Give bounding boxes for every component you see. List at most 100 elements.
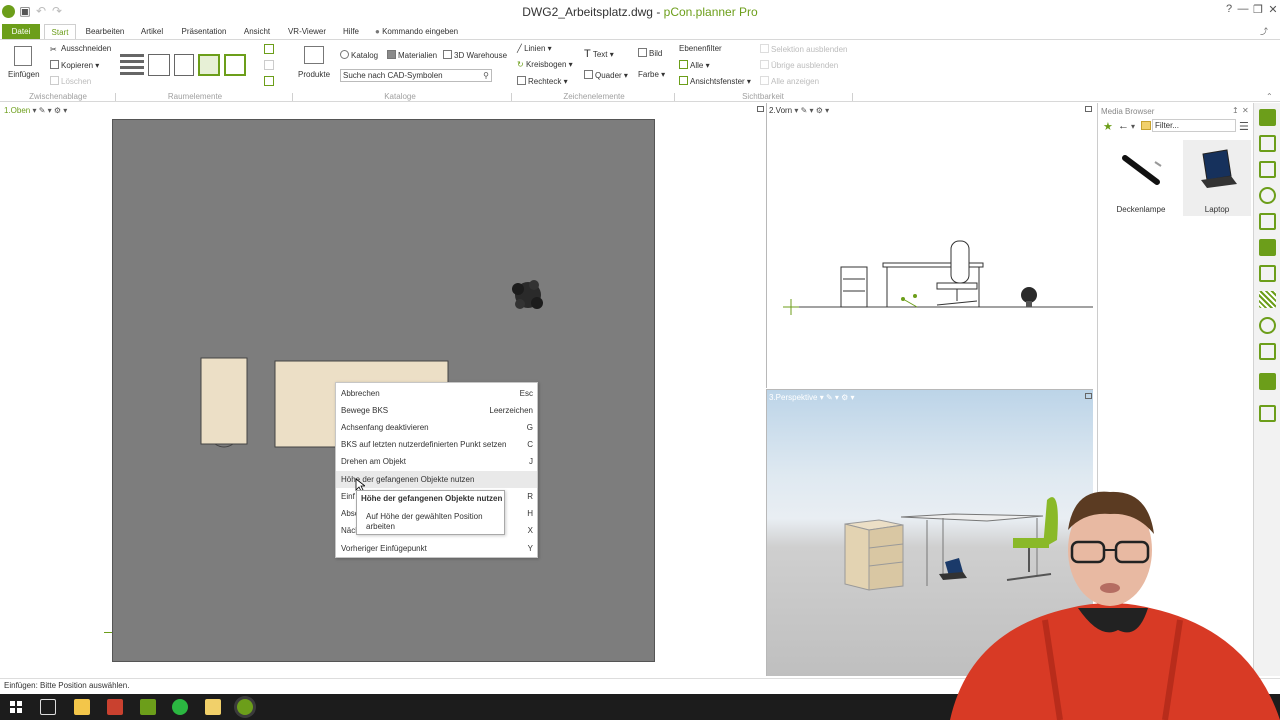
context-menu-item-bewege-bks[interactable]: Bewege BKS Leerzeichen (336, 402, 537, 419)
image-button[interactable]: Bild (638, 48, 662, 58)
context-menu-item-vorheriger-einfuegepunkt[interactable]: Vorheriger Einfügepunkt Y (336, 540, 537, 557)
hide-selection-button[interactable]: Selektion ausblenden (760, 44, 848, 54)
back-arrow-icon[interactable]: ← (1118, 120, 1129, 132)
office-icon[interactable] (107, 699, 123, 715)
task-view-icon[interactable] (40, 699, 56, 715)
wall-icon[interactable] (120, 54, 144, 76)
copy-button[interactable]: Kopieren ▾ (50, 60, 99, 70)
warehouse-icon (443, 50, 452, 59)
catalog-tab-icon[interactable] (1259, 135, 1276, 152)
arc-icon: ↻ (517, 60, 524, 69)
article-list-icon[interactable] (1259, 161, 1276, 178)
help-button[interactable]: ? (1222, 3, 1236, 15)
cad-symbol-search-placeholder: Suche nach CAD-Symbolen (343, 71, 443, 80)
favorites-star-icon[interactable]: ★ (1103, 120, 1113, 133)
close-button[interactable]: ✕ (1266, 3, 1280, 16)
floor-icon[interactable] (224, 54, 246, 76)
warehouse-button[interactable]: 3D Warehouse (443, 50, 507, 60)
pcon-planner-taskbar-icon[interactable] (237, 699, 253, 715)
context-menu-item-abbrechen[interactable]: Abbrechen Esc (336, 385, 537, 402)
layout-alt-icon[interactable] (264, 76, 274, 86)
minimize-button[interactable]: — (1236, 3, 1250, 15)
plant-top-view[interactable] (512, 280, 543, 309)
cut-label: Ausschneiden (61, 44, 112, 53)
light-icon[interactable] (1259, 317, 1276, 334)
container-top-view[interactable] (200, 357, 248, 445)
search-icon[interactable]: ⚲ (483, 70, 489, 81)
arc-label: Kreisbogen (525, 60, 567, 69)
tab-hilfe[interactable]: Hilfe (336, 24, 366, 39)
container-front-view[interactable] (840, 266, 868, 308)
file-explorer-icon[interactable] (205, 699, 221, 715)
image-panel-icon[interactable] (1259, 373, 1276, 390)
products-button[interactable]: Produkte (298, 70, 330, 79)
share-icon[interactable]: ⤴ (1258, 24, 1270, 39)
tab-ansicht[interactable]: Ansicht (238, 24, 276, 39)
hide-others-button[interactable]: Übrige ausblenden (760, 60, 838, 70)
viewport-front[interactable]: 2.Vorn ▾ ✎ ▾ ⚙ ▾ (766, 103, 1093, 388)
media-filter-input[interactable]: Filter... (1152, 119, 1236, 132)
media-browser-tab-icon[interactable] (1259, 109, 1276, 126)
cad-symbol-search-input[interactable]: Suche nach CAD-Symbolen ⚲ (340, 69, 492, 82)
tab-datei[interactable]: Datei (2, 24, 40, 39)
box-button[interactable]: Quader ▾ (584, 70, 628, 80)
chevron-down-icon[interactable]: ▾ (1131, 122, 1135, 131)
title-bar: ▣ ↶ ↷ DWG2_Arbeitsplatz.dwg - pCon.plann… (0, 0, 1280, 24)
rectangle-button[interactable]: Rechteck ▾ (517, 76, 568, 86)
view-window-dropdown[interactable]: Ansichtsfenster ▾ (679, 76, 751, 86)
tab-start[interactable]: Start (44, 24, 76, 39)
layer-all-dropdown[interactable]: Alle ▾ (679, 60, 710, 70)
context-menu-item-drehen-am-objekt[interactable]: Drehen am Objekt J (336, 453, 537, 470)
maximize-viewport-icon[interactable] (757, 106, 764, 112)
chair-front-view[interactable] (936, 240, 978, 306)
tab-praesentation[interactable]: Präsentation (176, 24, 232, 39)
context-menu-item-achsenfang[interactable]: Achsenfang deaktivieren G (336, 419, 537, 436)
show-all-button[interactable]: Alle anzeigen (760, 76, 819, 86)
folder-icon[interactable] (1141, 121, 1151, 130)
plant-front-view[interactable] (1021, 287, 1037, 307)
windows-start-icon[interactable] (8, 699, 24, 715)
lines-button[interactable]: ╱ Linien ▾ (517, 44, 552, 53)
whatsapp-icon[interactable] (172, 699, 188, 715)
door-icon[interactable] (174, 54, 194, 76)
collapse-ribbon-icon[interactable]: ⌃ (1266, 92, 1273, 101)
pin-icon[interactable]: ↥ (1232, 106, 1239, 115)
restore-button[interactable]: ❐ (1251, 3, 1265, 16)
media-item-deckenlampe[interactable]: Deckenlampe (1105, 140, 1177, 216)
laptop-icon (1201, 149, 1237, 188)
command-input[interactable]: ● Kommando eingeben (375, 24, 458, 39)
text-button[interactable]: T Text ▾ (584, 48, 614, 60)
paste-button[interactable]: Einfügen (8, 70, 40, 79)
tab-artikel[interactable]: Artikel (136, 24, 168, 39)
app-green-icon[interactable] (140, 699, 156, 715)
delete-button[interactable]: Löschen (50, 76, 91, 86)
cut-button[interactable]: ✂ Ausschneiden (50, 44, 111, 54)
context-menu-item-bks-letzter-punkt[interactable]: BKS auf letzten nutzerdefinierten Punkt … (336, 436, 537, 453)
media-filter-placeholder: Filter... (1155, 121, 1180, 130)
room-icon[interactable] (148, 54, 170, 76)
menu-icon[interactable]: ☰ (1239, 120, 1249, 133)
arc-button[interactable]: ↻ Kreisbogen ▾ (517, 60, 573, 69)
window-element-icon[interactable] (198, 54, 220, 76)
tab-bearbeiten[interactable]: Bearbeiten (82, 24, 128, 39)
context-menu-item-hoehe-gefangene-objekte[interactable]: Höhe der gefangenen Objekte nutzen (336, 471, 537, 488)
layout-icon[interactable] (264, 44, 274, 54)
panel-close-icon[interactable]: ✕ (1242, 106, 1249, 115)
laptop-front-view[interactable] (901, 294, 918, 308)
media-item-laptop[interactable]: Laptop (1183, 140, 1251, 216)
color-button[interactable]: Farbe ▾ (638, 70, 665, 79)
pen-icon[interactable] (1259, 343, 1276, 360)
container-3d[interactable] (844, 519, 904, 591)
properties-icon[interactable] (1259, 265, 1276, 282)
viewport-options-icon[interactable]: ▾ ✎ ▾ ⚙ ▾ (32, 106, 67, 115)
catalog-button[interactable]: Katalog (340, 50, 378, 60)
globe-icon[interactable] (1259, 187, 1276, 204)
layers-panel-icon[interactable] (1259, 239, 1276, 256)
material-panel-icon[interactable] (1259, 291, 1276, 308)
layout-panel-icon[interactable] (1259, 405, 1276, 422)
tab-vr-viewer[interactable]: VR-Viewer (284, 24, 330, 39)
store-icon[interactable] (74, 699, 90, 715)
print-icon[interactable] (1259, 213, 1276, 230)
viewport-top-header[interactable]: 1.Oben ▾ ✎ ▾ ⚙ ▾ (4, 106, 67, 115)
materials-button[interactable]: Materialien (387, 50, 437, 60)
